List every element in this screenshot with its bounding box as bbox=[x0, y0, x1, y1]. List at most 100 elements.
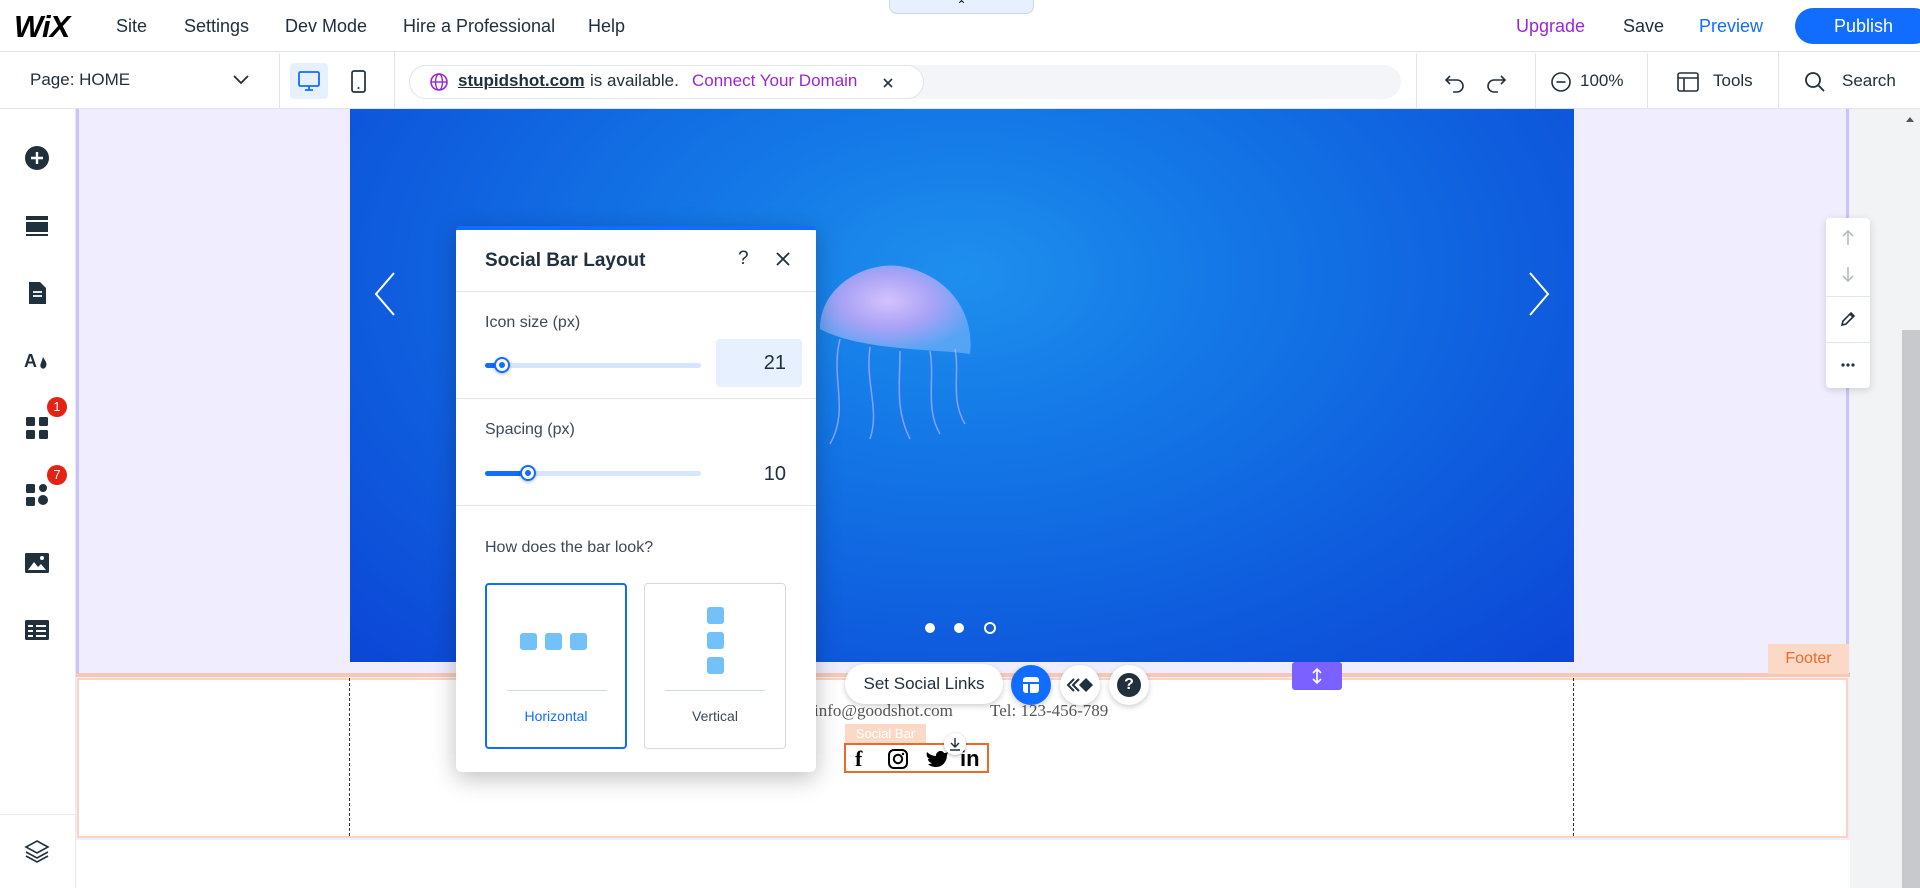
editor-toolbar: Page: HOME stupidshot.com is available. … bbox=[0, 53, 1920, 109]
divider bbox=[279, 53, 280, 109]
spacing-input[interactable]: 10 bbox=[716, 452, 802, 496]
element-quick-toolbar bbox=[1826, 218, 1870, 388]
close-icon[interactable] bbox=[881, 76, 895, 90]
redo-icon[interactable] bbox=[1484, 70, 1508, 94]
move-up-icon[interactable] bbox=[1838, 228, 1858, 248]
layout-button[interactable] bbox=[1011, 665, 1051, 705]
zoom-out-icon[interactable] bbox=[1550, 71, 1572, 93]
mobile-icon[interactable] bbox=[348, 69, 370, 95]
save-button[interactable]: Save bbox=[1623, 16, 1664, 37]
section-border bbox=[76, 109, 79, 676]
publish-button[interactable]: Publish bbox=[1795, 8, 1920, 44]
tools-button[interactable]: Tools bbox=[1713, 71, 1753, 91]
divider bbox=[1535, 53, 1536, 109]
vertical-option-label: Vertical bbox=[692, 708, 738, 724]
icon-size-label: Icon size (px) bbox=[485, 314, 581, 331]
divider bbox=[507, 690, 607, 691]
slide-dot[interactable] bbox=[925, 623, 935, 633]
help-icon: ? bbox=[1117, 673, 1141, 697]
cms-table-icon[interactable] bbox=[24, 617, 50, 643]
domain-available-text: is available. bbox=[590, 71, 679, 90]
icon-size-input[interactable]: 21 bbox=[716, 339, 802, 387]
more-options-icon[interactable] bbox=[1838, 355, 1858, 375]
menu-settings[interactable]: Settings bbox=[184, 16, 249, 37]
layers-icon[interactable] bbox=[24, 838, 50, 864]
undo-icon[interactable] bbox=[1443, 70, 1467, 94]
animation-icon bbox=[1066, 678, 1093, 692]
move-down-icon[interactable] bbox=[1838, 264, 1858, 284]
media-icon[interactable] bbox=[24, 550, 50, 576]
divider bbox=[1647, 53, 1648, 109]
apps-notification-badge: 1 bbox=[47, 397, 67, 417]
layout-icon bbox=[1023, 677, 1039, 693]
business-notification-badge: 7 bbox=[47, 465, 67, 485]
connect-domain-link[interactable]: Connect Your Domain bbox=[692, 71, 857, 91]
panel-accent-bar bbox=[456, 226, 816, 230]
help-bubble-button[interactable]: ? bbox=[1109, 665, 1149, 705]
scrollbar-thumb[interactable] bbox=[1902, 330, 1920, 888]
panel-title: Social Bar Layout bbox=[485, 250, 646, 271]
jellyfish-image bbox=[820, 265, 971, 445]
social-bar-tag[interactable]: Social Bar bbox=[845, 724, 926, 743]
divider bbox=[394, 53, 395, 109]
desktop-icon bbox=[298, 71, 320, 91]
slide-dot-active[interactable] bbox=[984, 622, 996, 634]
grid-line bbox=[1573, 678, 1574, 836]
section-border bbox=[1846, 109, 1849, 676]
footer-email: info@goodshot.com bbox=[814, 701, 953, 720]
business-tools-icon[interactable] bbox=[24, 482, 50, 508]
horizontal-layout-option[interactable]: Horizontal bbox=[485, 583, 627, 749]
stretch-handle[interactable] bbox=[1292, 662, 1342, 690]
social-bar-element[interactable]: f in bbox=[844, 733, 989, 773]
preview-button[interactable]: Preview bbox=[1699, 16, 1763, 37]
search-button[interactable]: Search bbox=[1842, 71, 1896, 91]
top-bar: WiX Site Settings Dev Mode Hire a Profes… bbox=[0, 0, 1920, 52]
vertical-layout-option[interactable]: Vertical bbox=[644, 583, 786, 749]
icon-size-slider-handle[interactable] bbox=[494, 357, 510, 373]
divider bbox=[1778, 53, 1779, 109]
chevron-down-icon[interactable] bbox=[232, 74, 250, 86]
vertical-resize-icon bbox=[1312, 667, 1322, 685]
layout-square bbox=[707, 657, 724, 674]
menu-site[interactable]: Site bbox=[116, 16, 147, 37]
page-select[interactable]: Page: HOME bbox=[30, 70, 130, 90]
apps-icon[interactable] bbox=[24, 415, 50, 441]
scroll-up-icon[interactable] bbox=[1903, 113, 1917, 125]
menu-help[interactable]: Help bbox=[588, 16, 625, 37]
next-slide-arrow-icon[interactable] bbox=[1524, 269, 1554, 319]
svg-text:A: A bbox=[24, 351, 37, 371]
pages-icon[interactable] bbox=[24, 280, 50, 306]
collapse-toolbar-tab[interactable]: ⌃ bbox=[889, 0, 1034, 14]
previous-slide-arrow-icon[interactable] bbox=[370, 269, 400, 319]
layout-square bbox=[570, 633, 587, 650]
facebook-icon[interactable]: f bbox=[855, 746, 862, 772]
divider bbox=[0, 814, 76, 815]
add-elements-icon[interactable] bbox=[24, 145, 50, 171]
drag-handle[interactable] bbox=[944, 733, 966, 755]
pen-edit-icon[interactable] bbox=[1838, 309, 1858, 329]
slide-dot[interactable] bbox=[954, 623, 964, 633]
grid-line bbox=[349, 678, 350, 836]
instagram-icon[interactable] bbox=[887, 748, 909, 770]
icon-size-slider-track[interactable] bbox=[485, 363, 701, 368]
sections-icon[interactable] bbox=[24, 212, 50, 238]
divider bbox=[456, 291, 816, 292]
menu-hire-professional[interactable]: Hire a Professional bbox=[403, 16, 555, 37]
social-bar-layout-panel: Social Bar Layout ? Icon size (px) 21 Sp… bbox=[456, 226, 816, 772]
zoom-level[interactable]: 100% bbox=[1580, 71, 1623, 91]
help-icon[interactable]: ? bbox=[738, 248, 749, 270]
upgrade-link[interactable]: Upgrade bbox=[1516, 16, 1585, 37]
footer-tag[interactable]: Footer bbox=[1768, 644, 1849, 674]
set-social-links-button[interactable]: Set Social Links bbox=[845, 664, 1003, 704]
desktop-view-button[interactable] bbox=[290, 63, 328, 99]
divider bbox=[456, 398, 816, 399]
close-icon[interactable] bbox=[774, 250, 792, 268]
tools-icon bbox=[1677, 72, 1699, 92]
menu-dev-mode[interactable]: Dev Mode bbox=[285, 16, 367, 37]
animation-button[interactable] bbox=[1060, 665, 1100, 705]
theme-design-icon[interactable]: A bbox=[24, 347, 50, 373]
spacing-slider-handle[interactable] bbox=[520, 465, 536, 481]
domain-name[interactable]: stupidshot.com bbox=[458, 71, 585, 91]
layout-square bbox=[545, 633, 562, 650]
wix-logo[interactable]: WiX bbox=[14, 9, 70, 45]
